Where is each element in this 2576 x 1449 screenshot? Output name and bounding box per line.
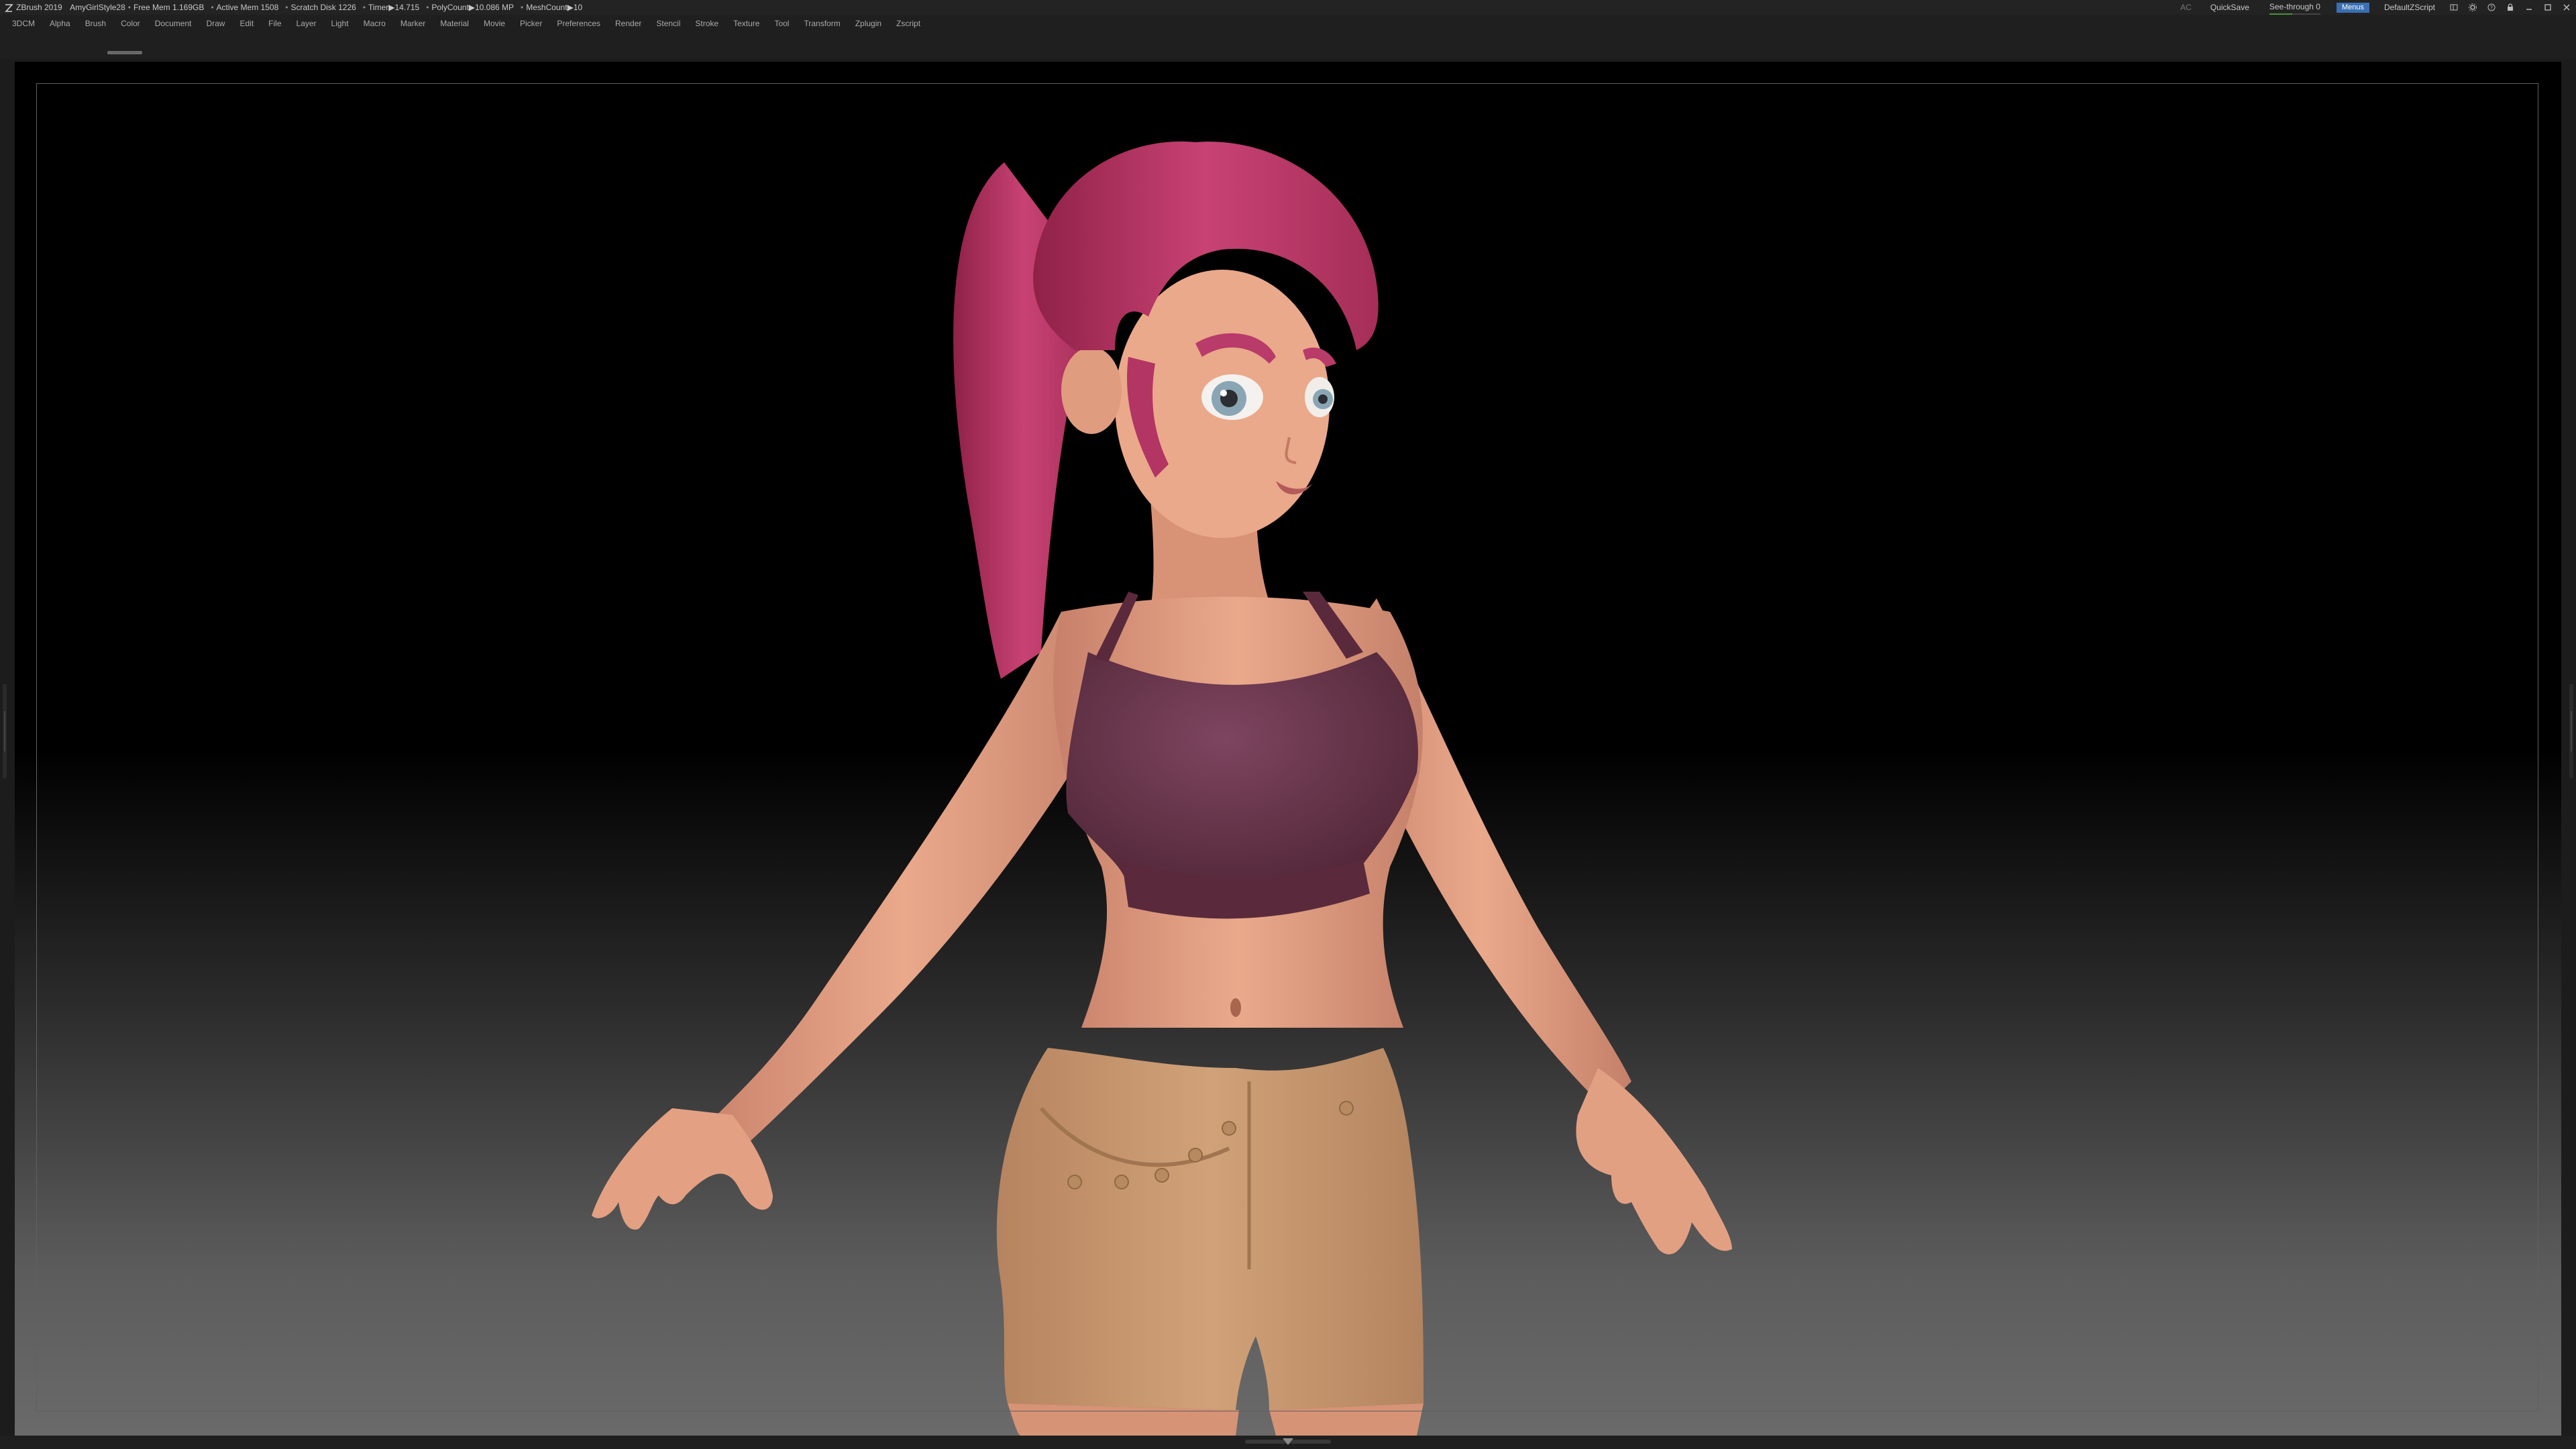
bottom-shelf — [0, 1436, 2576, 1449]
menu-macro[interactable]: Macro — [364, 19, 386, 28]
menu-movie[interactable]: Movie — [484, 19, 505, 28]
shorts — [996, 1048, 1424, 1410]
project-name: AmyGirlStyle28 — [70, 3, 125, 12]
bottom-shelf-handle[interactable] — [1245, 1440, 1331, 1444]
ac-button[interactable]: AC — [2180, 0, 2192, 15]
free-mem-stat: Free Mem 1.169GB — [133, 3, 205, 12]
meshcount-stat: MeshCount▶10 — [526, 3, 583, 12]
menu-preferences[interactable]: Preferences — [557, 19, 600, 28]
menu-texture[interactable]: Texture — [733, 19, 759, 28]
menu-tool[interactable]: Tool — [774, 19, 789, 28]
menu-zplugin[interactable]: Zplugin — [855, 19, 881, 28]
close-icon[interactable] — [2557, 0, 2576, 15]
menu-file[interactable]: File — [268, 19, 281, 28]
menu-stencil[interactable]: Stencil — [656, 19, 680, 28]
menu-draw[interactable]: Draw — [206, 19, 225, 28]
active-mem-stat: Active Mem 1508 — [216, 3, 279, 12]
menu-light[interactable]: Light — [331, 19, 349, 28]
scratch-disk-stat: Scratch Disk 1226 — [290, 3, 356, 12]
ear — [1061, 347, 1122, 434]
menu-edit[interactable]: Edit — [239, 19, 254, 28]
navel — [1230, 998, 1241, 1017]
menu-bar: 3DCM Alpha Brush Color Document Draw Edit File L… — [0, 15, 2576, 32]
see-through-label: See-through 0 — [2269, 2, 2320, 11]
menu-brush[interactable]: Brush — [85, 19, 106, 28]
svg-text:?: ? — [2490, 5, 2493, 11]
title-bar: ZBrush 2019 AmyGirlStyle28 • Free Mem 1.… — [0, 0, 2576, 15]
layout-icon[interactable] — [2445, 0, 2463, 15]
top-shelf — [0, 32, 2576, 59]
timer-stat: Timer▶14.715 — [368, 3, 420, 12]
right-shelf-handle[interactable] — [2569, 684, 2573, 778]
menu-material[interactable]: Material — [440, 19, 469, 28]
lock-icon[interactable] — [2501, 0, 2520, 15]
menu-document[interactable]: Document — [155, 19, 192, 28]
zbrush-logo-icon — [4, 3, 13, 12]
app-name: ZBrush 2019 — [16, 3, 62, 12]
sculpt-model[interactable] — [15, 62, 2561, 1436]
right-hand — [1576, 1068, 1732, 1254]
maximize-icon[interactable] — [2538, 0, 2557, 15]
menus-button[interactable]: Menus — [2336, 2, 2369, 13]
menu-marker[interactable]: Marker — [400, 19, 425, 28]
polycount-stat: PolyCount▶10.086 MP — [431, 3, 515, 12]
menu-3dcm[interactable]: 3DCM — [12, 19, 35, 28]
shelf-tab[interactable] — [107, 51, 142, 54]
help-icon[interactable]: ? — [2482, 0, 2501, 15]
gear-icon[interactable] — [2463, 0, 2482, 15]
menu-zscript[interactable]: Zscript — [896, 19, 920, 28]
default-zscript-button[interactable]: DefaultZScript — [2384, 0, 2435, 15]
left-shelf-handle[interactable] — [3, 684, 7, 778]
menu-layer[interactable]: Layer — [297, 19, 317, 28]
canvas-viewport[interactable] — [15, 62, 2561, 1436]
menu-stroke[interactable]: Stroke — [695, 19, 718, 28]
minimize-icon[interactable] — [2520, 0, 2538, 15]
menu-alpha[interactable]: Alpha — [50, 19, 70, 28]
titlebar-right-controls: AC QuickSave See-through 0 Menus Default… — [2171, 0, 2576, 15]
menu-picker[interactable]: Picker — [520, 19, 542, 28]
menu-transform[interactable]: Transform — [804, 19, 840, 28]
menu-render[interactable]: Render — [615, 19, 641, 28]
menu-color[interactable]: Color — [121, 19, 140, 28]
quicksave-button[interactable]: QuickSave — [2210, 0, 2249, 15]
see-through-slider[interactable]: See-through 0 — [2269, 0, 2320, 15]
